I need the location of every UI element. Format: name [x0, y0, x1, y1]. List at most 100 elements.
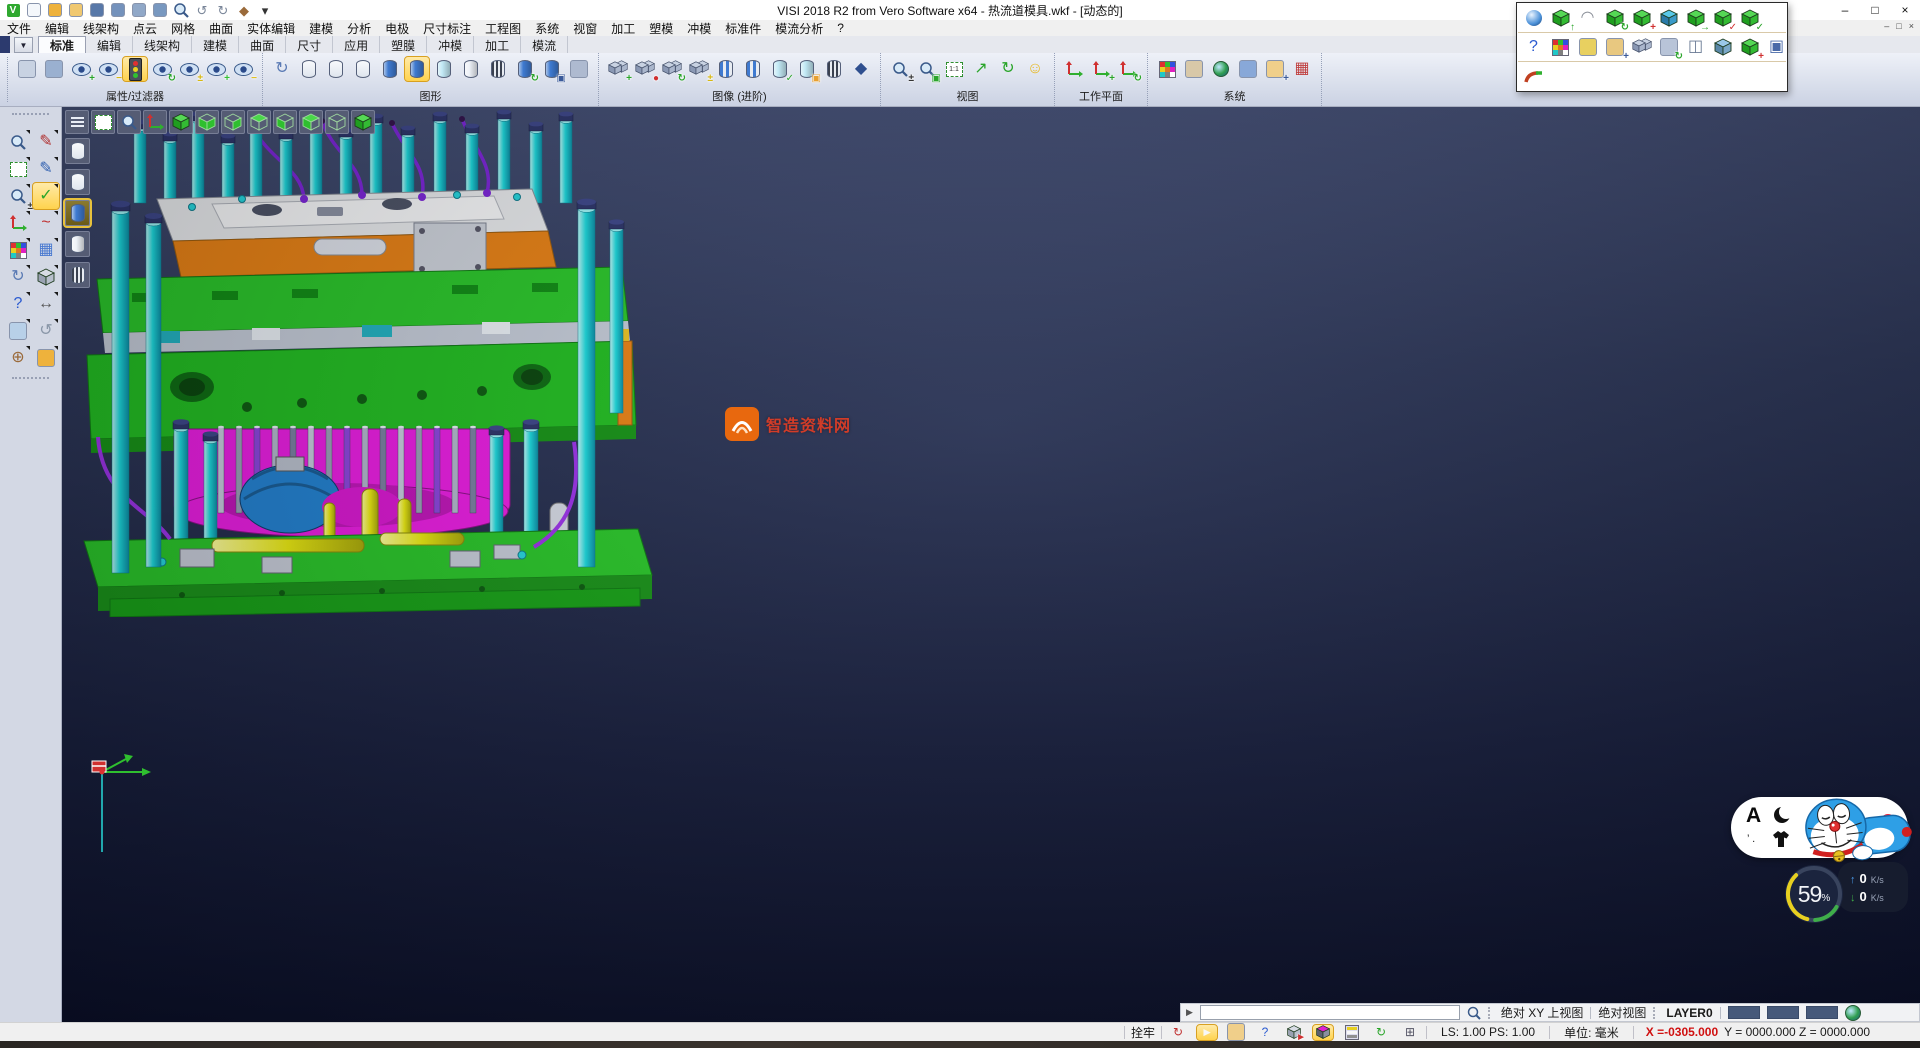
menu-item-7[interactable]: 实体编辑 — [240, 20, 302, 37]
workplane-edit-icon[interactable]: + — [1089, 57, 1113, 81]
viewport-menu-icon[interactable] — [65, 110, 89, 134]
menu-item-17[interactable]: 冲模 — [680, 20, 718, 37]
display-wireframe-icon[interactable] — [65, 138, 90, 164]
view-solid-icon[interactable] — [1656, 6, 1681, 30]
child-minimize-button[interactable]: – — [1884, 21, 1889, 31]
display-shaded-icon[interactable] — [65, 200, 90, 226]
toolbar-tab-2[interactable]: 编辑 — [86, 36, 133, 53]
child-maximize-button[interactable]: □ — [1896, 21, 1901, 31]
auto-regen-icon[interactable]: ↻ — [1371, 1025, 1391, 1040]
mesh-display-icon[interactable] — [822, 57, 846, 81]
multi-view-icon[interactable]: ⊞ — [1400, 1025, 1420, 1040]
refresh-coords-icon[interactable]: ↻ — [1168, 1025, 1188, 1040]
delete-icon[interactable] — [5, 318, 31, 344]
view-top-icon[interactable] — [247, 110, 271, 134]
menu-item-3[interactable]: 线架构 — [76, 20, 126, 37]
ribbon-grip[interactable] — [0, 57, 8, 102]
solid-axes-icon[interactable]: + — [1629, 6, 1654, 30]
undo-icon[interactable]: ↺ — [193, 2, 211, 18]
redo-icon[interactable]: ↻ — [214, 2, 232, 18]
solid-workplane-icon[interactable]: + — [1737, 35, 1762, 59]
quick-access-options-icon[interactable]: ▾ — [256, 2, 274, 18]
menu-item-5[interactable]: 网格 — [164, 20, 202, 37]
absolute-view-label[interactable]: 绝对 XY 上视图 — [1501, 1004, 1583, 1021]
solid-shield-icon[interactable]: ◆ — [849, 57, 873, 81]
hide-entity-icon[interactable]: − — [96, 57, 120, 81]
wireframe-display-icon[interactable] — [297, 57, 321, 81]
pipe-tool-icon[interactable] — [1521, 64, 1546, 88]
display-hidden-icon[interactable] — [65, 169, 90, 195]
zoom-window-icon[interactable]: ▣ — [915, 57, 939, 81]
display-hatch-icon[interactable] — [65, 262, 90, 288]
panel-grip-bottom[interactable] — [12, 377, 49, 383]
zoom-solids-icon[interactable]: ± — [5, 183, 31, 209]
navigator-icon[interactable]: ⊕ — [5, 345, 31, 371]
solid-preview-icon[interactable] — [33, 264, 59, 290]
toolbar-tab-6[interactable]: 尺寸 — [286, 36, 333, 53]
layers-palette-icon[interactable] — [5, 237, 31, 263]
hide-all-icon[interactable]: − — [231, 57, 255, 81]
view-right-icon[interactable] — [221, 110, 245, 134]
menu-item-15[interactable]: 加工 — [604, 20, 642, 37]
view-iso-icon[interactable] — [169, 110, 193, 134]
select-mode-icon[interactable]: ► — [1197, 1025, 1217, 1040]
image-settings-icon[interactable] — [1182, 57, 1206, 81]
advanced-refresh-icon[interactable]: ↻ — [660, 57, 684, 81]
child-close-button[interactable]: × — [1909, 21, 1914, 31]
attributes-palette-icon[interactable] — [1548, 35, 1573, 59]
menu-item-4[interactable]: 点云 — [126, 20, 164, 37]
curve-edit-icon[interactable]: ✎ — [33, 156, 59, 182]
zoom-scale-icon[interactable]: ± — [888, 57, 912, 81]
world-icon[interactable] — [1845, 1005, 1861, 1021]
menu-item-11[interactable]: 尺寸标注 — [416, 20, 478, 37]
open-model-icon[interactable] — [67, 2, 85, 18]
rotate-view-icon[interactable]: ↻ — [996, 57, 1020, 81]
regen-solid-icon[interactable]: ↻ — [513, 57, 537, 81]
measure-hand-icon[interactable]: + — [1602, 35, 1627, 59]
validate-display-icon[interactable]: ✓ — [768, 57, 792, 81]
display-flat-icon[interactable] — [65, 231, 90, 257]
undo-tool-icon[interactable]: ↺ — [33, 318, 59, 344]
verify-solid-icon[interactable]: ✓ — [1710, 6, 1735, 30]
view-iso-2-icon[interactable] — [351, 110, 375, 134]
menu-item-14[interactable]: 视窗 — [566, 20, 604, 37]
window-options-icon[interactable] — [1236, 57, 1260, 81]
menu-item-20[interactable]: ? — [830, 21, 851, 35]
drag-mode-icon[interactable] — [1226, 1025, 1246, 1040]
memory-usage-widget[interactable]: 59 % — [1783, 863, 1845, 925]
section-display-2-icon[interactable] — [741, 57, 765, 81]
grid-icon[interactable]: ▦ — [1290, 57, 1314, 81]
print-icon[interactable] — [151, 2, 169, 18]
workplane-toggle-icon[interactable] — [1313, 1025, 1333, 1040]
redraw-icon[interactable]: ↻ — [270, 57, 294, 81]
menu-item-9[interactable]: 分析 — [340, 20, 378, 37]
measure-distance-icon[interactable]: ↔ — [33, 291, 59, 317]
display-tools-icon[interactable] — [567, 57, 591, 81]
layer-color-swatch-1[interactable] — [1728, 1006, 1760, 1019]
zoom-1-1-icon[interactable]: 1:1 — [942, 57, 966, 81]
menu-item-2[interactable]: 编辑 — [38, 20, 76, 37]
view-left-icon[interactable] — [273, 110, 297, 134]
export-folder-icon[interactable] — [33, 345, 59, 371]
minimize-button[interactable]: – — [1830, 0, 1860, 20]
advanced-swap-icon[interactable]: ± — [687, 57, 711, 81]
swap-visibility-icon[interactable]: ± — [177, 57, 201, 81]
open-file-icon[interactable] — [46, 2, 64, 18]
ucs-view-icon[interactable] — [143, 110, 167, 134]
shaded-display-icon[interactable] — [378, 57, 402, 81]
sketch-edit-icon[interactable]: ✎ — [33, 129, 59, 155]
toolbar-tab-1[interactable]: 标准 — [38, 36, 86, 53]
menu-item-10[interactable]: 电极 — [378, 20, 416, 37]
view-bottom-icon[interactable] — [195, 110, 219, 134]
fit-all-icon[interactable] — [91, 110, 115, 134]
layer-color-swatch-3[interactable] — [1806, 1006, 1838, 1019]
tshirt-icon[interactable] — [1771, 831, 1791, 848]
help-icon[interactable]: ? — [1521, 35, 1546, 59]
export-image-icon[interactable]: ▣ — [795, 57, 819, 81]
show-all-icon[interactable]: + — [204, 57, 228, 81]
view-front-icon[interactable] — [299, 110, 323, 134]
layer-bars-icon[interactable] — [1342, 1025, 1362, 1040]
menu-item-1[interactable]: 文件 — [0, 20, 38, 37]
move-solid-icon[interactable]: → — [1683, 6, 1708, 30]
shading-tool-icon[interactable] — [1521, 6, 1546, 30]
